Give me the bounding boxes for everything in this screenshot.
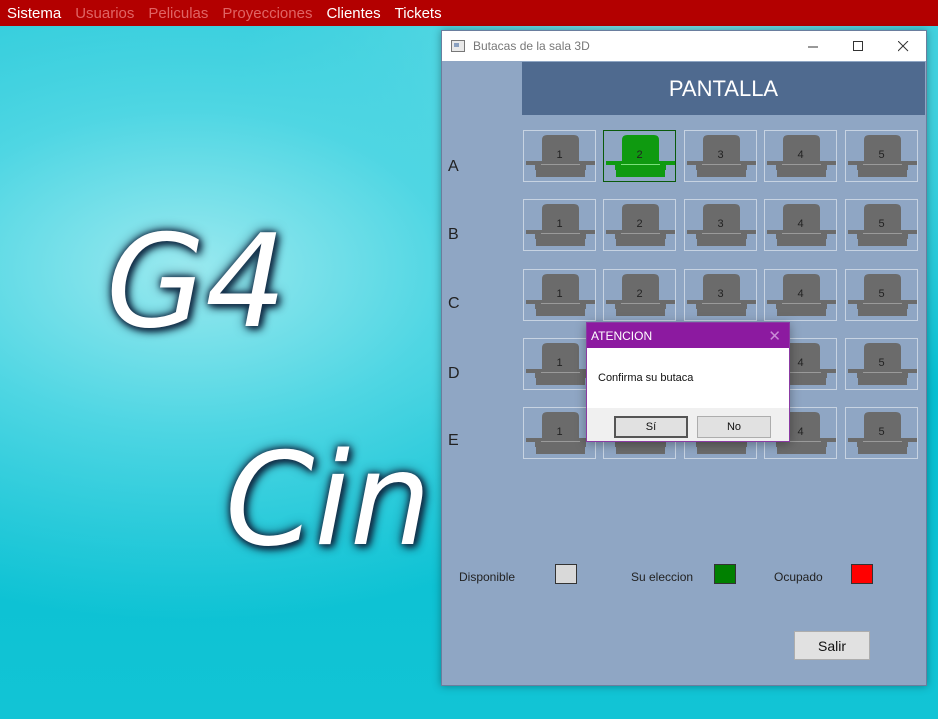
dialog-yes-button[interactable]: Sí [614,416,688,438]
seat-number: 2 [636,288,643,300]
confirm-dialog: ATENCION ✕ Confirma su butaca Sí No [586,322,790,442]
dialog-titlebar[interactable]: ATENCION ✕ [587,323,789,348]
seat-b4[interactable]: 4 [764,199,837,251]
row-label-c: C [448,295,460,312]
close-button[interactable] [881,31,926,61]
seat-number: 5 [878,288,885,300]
seat-number: 5 [878,426,885,438]
app-window-icon [451,40,465,52]
close-icon [898,40,909,51]
dialog-no-button[interactable]: No [697,416,771,438]
menu-proyecciones: Proyecciones [222,4,313,22]
seat-number: 1 [556,288,563,300]
legend-selected-swatch [714,564,736,584]
legend-occupied-swatch [851,564,873,584]
row-label-b: B [448,226,459,243]
seat-a5[interactable]: 5 [845,130,918,182]
seat-c2[interactable]: 2 [603,269,676,321]
row-label-e: E [448,432,459,449]
seat-number: 1 [556,149,563,161]
menu-usuarios: Usuarios [75,4,135,22]
logo-text-g4: G4 [106,208,287,357]
seat-d5[interactable]: 5 [845,338,918,390]
seat-number: 5 [878,218,885,230]
legend-selected-label: Su eleccion [631,570,694,584]
seat-number: 4 [797,149,804,161]
seat-b2[interactable]: 2 [603,199,676,251]
window-titlebar[interactable]: Butacas de la sala 3D [442,31,926,61]
seat-number: 2 [636,218,643,230]
seat-number: 1 [556,218,563,230]
menu-peliculas: Peliculas [148,4,209,22]
maximize-button[interactable] [836,31,881,61]
minimize-button[interactable] [791,31,836,61]
seat-number: 3 [717,149,724,161]
seat-c3[interactable]: 3 [684,269,757,321]
screen-banner: PANTALLA [522,62,925,115]
seat-number: 4 [797,218,804,230]
seat-number: 5 [878,357,885,369]
logo-text-cin: Cin [225,426,432,575]
menu-tickets[interactable]: Tickets [395,5,442,22]
seat-c5[interactable]: 5 [845,269,918,321]
seat-a1[interactable]: 1 [523,130,596,182]
dialog-close-icon[interactable]: ✕ [768,327,781,345]
legend-occupied-label: Ocupado [774,570,823,584]
seat-e5[interactable]: 5 [845,407,918,459]
seat-number: 1 [556,357,563,369]
seat-b1[interactable]: 1 [523,199,596,251]
dialog-message: Confirma su butaca [598,372,694,384]
row-label-d: D [448,365,460,382]
row-label-a: A [448,158,459,175]
minimize-icon [808,46,818,47]
seat-number: 4 [797,288,804,300]
legend-available-label: Disponible [459,570,516,584]
seat-number: 3 [717,218,724,230]
seat-number: 5 [878,149,885,161]
menu-sistema[interactable]: Sistema [7,5,61,22]
menu-clientes[interactable]: Clientes [326,5,380,22]
maximize-icon [853,40,863,51]
seat-a2[interactable]: 2 [603,130,676,182]
dialog-title: ATENCION [591,328,653,343]
seat-a4[interactable]: 4 [764,130,837,182]
seat-a3[interactable]: 3 [684,130,757,182]
seat-b3[interactable]: 3 [684,199,757,251]
seat-number: 1 [556,426,563,438]
exit-button[interactable]: Salir [794,631,870,660]
seat-b5[interactable]: 5 [845,199,918,251]
seat-number: 2 [636,149,643,161]
menu-bar: Sistema Usuarios Peliculas Proyecciones … [0,0,938,26]
seat-number: 3 [717,288,724,300]
seat-c4[interactable]: 4 [764,269,837,321]
dialog-button-bar: Sí No [587,408,789,441]
window-title: Butacas de la sala 3D [473,39,590,53]
seat-c1[interactable]: 1 [523,269,596,321]
legend-available-swatch [555,564,577,584]
